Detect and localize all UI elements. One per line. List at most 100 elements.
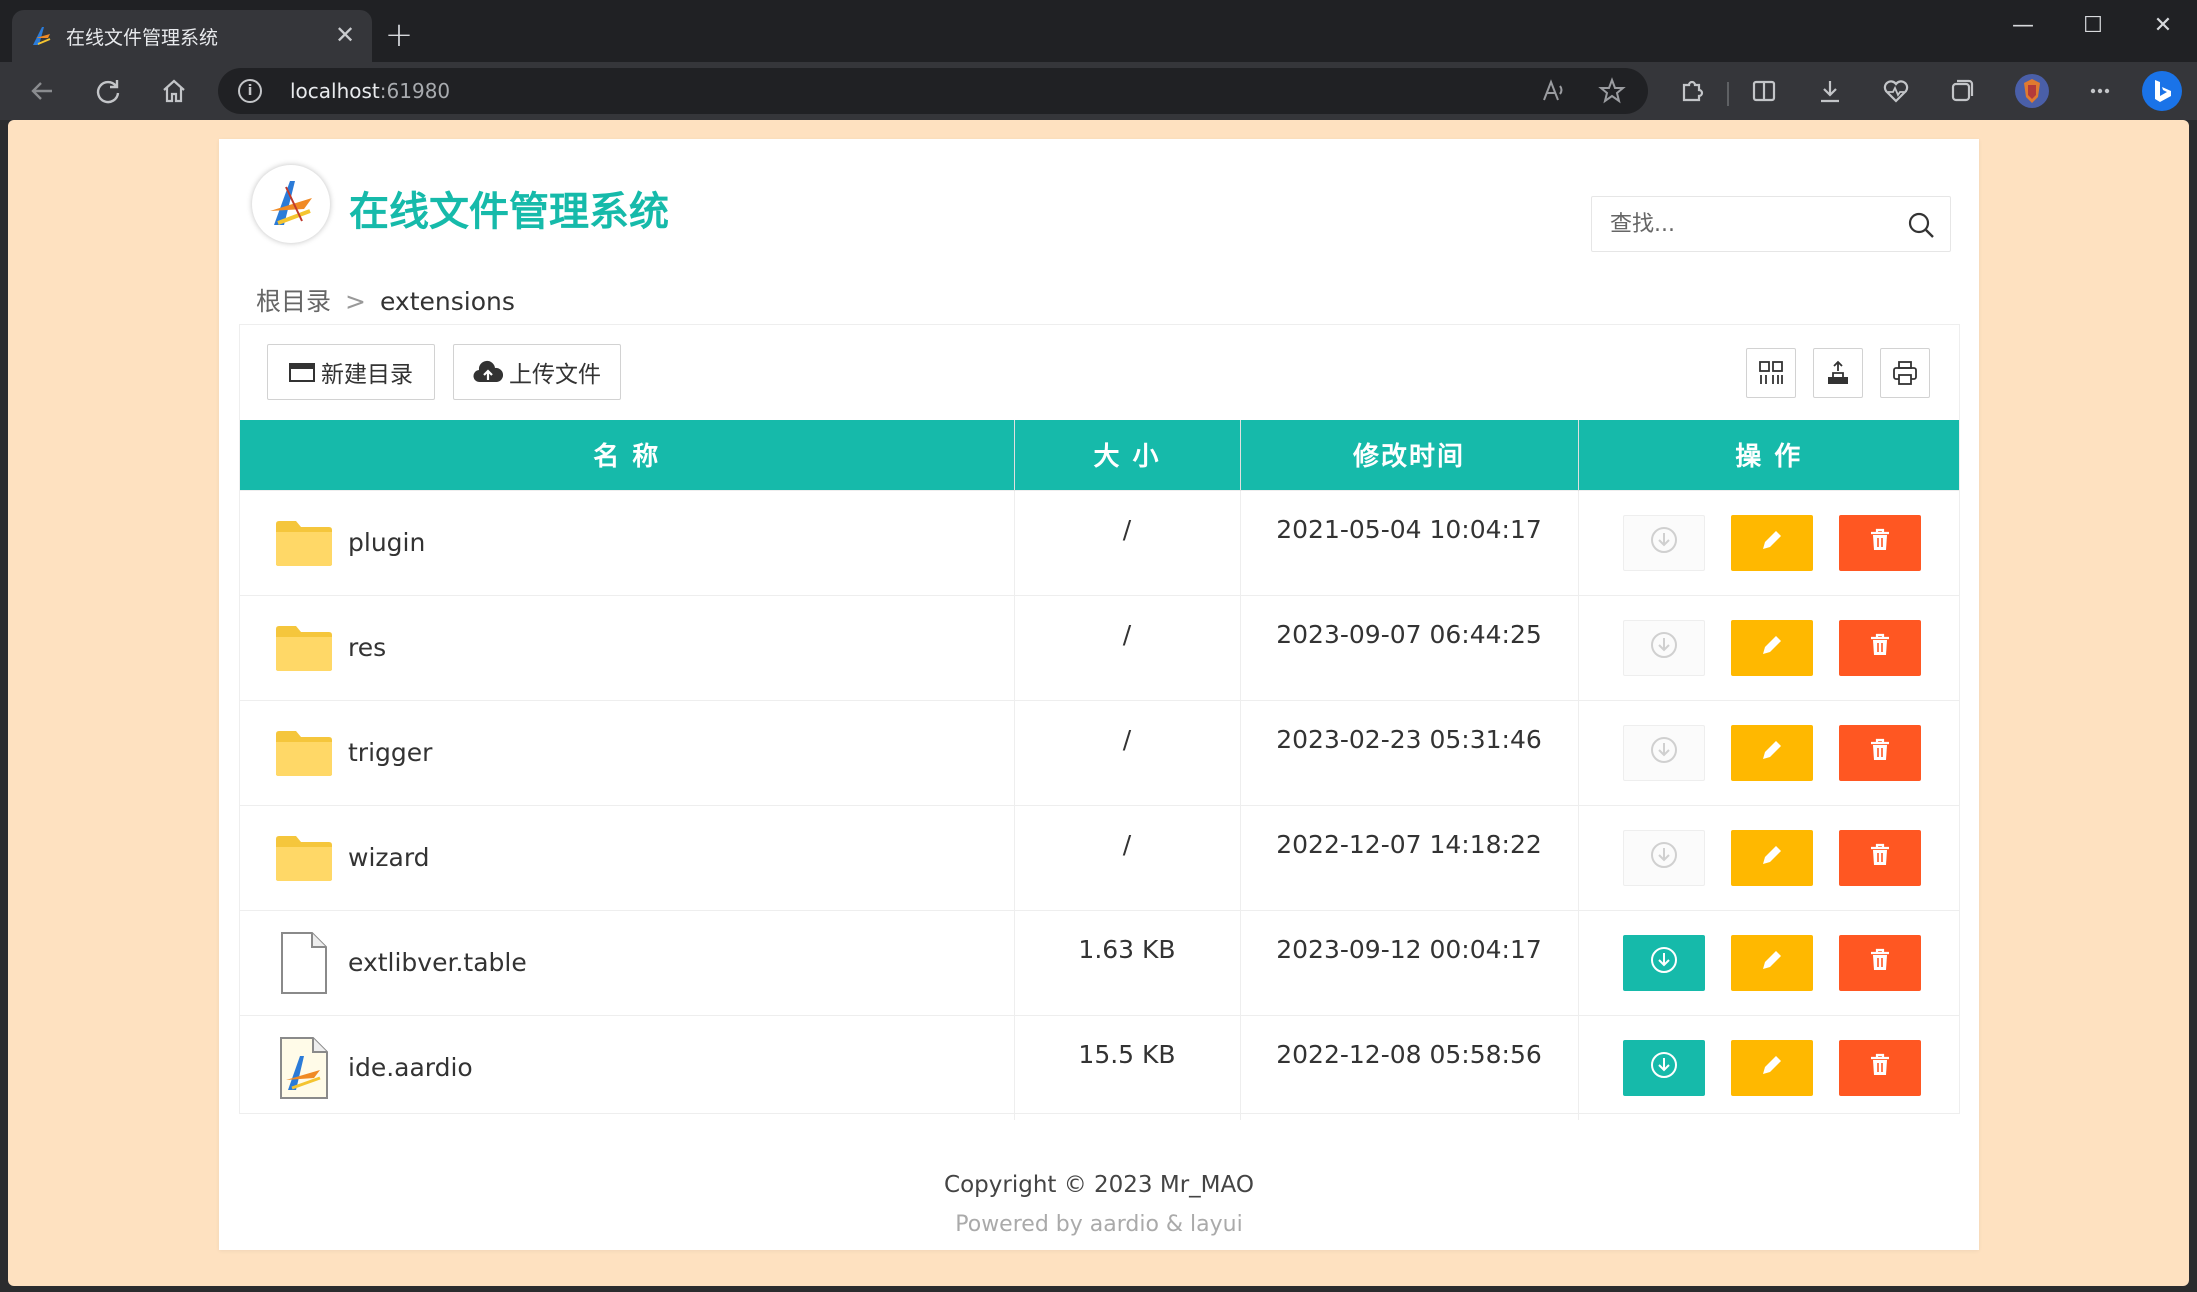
delete-button[interactable] xyxy=(1838,829,1921,886)
delete-button[interactable] xyxy=(1838,514,1921,571)
file-name-link[interactable]: extlibver.table xyxy=(348,948,527,977)
cell-size: 15.5 KB xyxy=(1014,1014,1241,1120)
download-button[interactable] xyxy=(1622,619,1705,676)
split-screen-icon xyxy=(1752,80,1776,102)
favorite-star-icon[interactable] xyxy=(1596,75,1628,107)
table-row[interactable]: extlibver.table 1.63 KB 2023-09-12 00:04… xyxy=(240,909,1959,1015)
rename-button[interactable] xyxy=(1730,934,1813,991)
download-icon xyxy=(1649,1050,1679,1086)
avatar-icon xyxy=(2015,74,2049,108)
cell-size: / xyxy=(1014,699,1241,805)
cell-modified: 2023-09-12 00:04:17 xyxy=(1240,909,1579,1015)
printer-icon xyxy=(1893,361,1917,385)
more-dots-icon xyxy=(2090,88,2110,94)
rename-button[interactable] xyxy=(1730,619,1813,676)
download-icon xyxy=(1649,525,1679,561)
delete-button[interactable] xyxy=(1838,934,1921,991)
trash-icon xyxy=(1867,527,1893,559)
delete-button[interactable] xyxy=(1838,724,1921,781)
table-row[interactable]: trigger / 2023-02-23 05:31:46 xyxy=(240,699,1959,805)
address-url[interactable]: localhost:61980 xyxy=(290,79,450,103)
file-name-link[interactable]: wizard xyxy=(348,843,430,872)
browser-titlebar: 在线文件管理系统 ✕ + — ☐ ✕ xyxy=(0,0,2197,62)
rename-button[interactable] xyxy=(1730,829,1813,886)
pencil-icon xyxy=(1759,842,1785,874)
download-button[interactable] xyxy=(1622,829,1705,886)
breadcrumb-root-link[interactable]: 根目录 xyxy=(256,287,331,316)
trash-icon xyxy=(1867,842,1893,874)
delete-button[interactable] xyxy=(1838,619,1921,676)
split-screen-button[interactable] xyxy=(1742,70,1786,112)
copilot-button[interactable] xyxy=(2140,70,2184,112)
rename-button[interactable] xyxy=(1730,724,1813,781)
site-info-icon[interactable]: i xyxy=(238,79,262,103)
file-name-link[interactable]: trigger xyxy=(348,738,432,767)
header-modified[interactable]: 修改时间 xyxy=(1240,420,1579,490)
file-icon xyxy=(274,931,334,994)
maximize-button[interactable]: ☐ xyxy=(2063,6,2123,46)
close-window-button[interactable]: ✕ xyxy=(2133,6,2193,46)
table-row[interactable]: wizard / 2022-12-07 14:18:22 xyxy=(240,804,1959,910)
extensions-button[interactable] xyxy=(1670,70,1714,112)
collections-icon xyxy=(1951,79,1974,102)
cell-name: extlibver.table xyxy=(240,909,1015,1015)
table-row[interactable]: ide.aardio 15.5 KB 2022-12-08 05:58:56 xyxy=(240,1014,1959,1120)
pencil-icon xyxy=(1759,1052,1785,1084)
bing-logo-icon xyxy=(2142,71,2182,111)
export-button[interactable] xyxy=(1813,348,1863,398)
cell-modified: 2023-09-07 06:44:25 xyxy=(1240,594,1579,700)
cell-ops xyxy=(1578,1014,1959,1120)
main-card: 在线文件管理系统 根目录>extensions 新建目录 上传文 xyxy=(219,139,1979,1250)
read-aloud-icon[interactable] xyxy=(1538,75,1570,107)
browser-essentials-button[interactable] xyxy=(1874,70,1918,112)
header-size[interactable]: 大 小 xyxy=(1014,420,1241,490)
download-button[interactable] xyxy=(1622,724,1705,781)
cell-size: / xyxy=(1014,594,1241,700)
download-icon xyxy=(1649,735,1679,771)
rename-button[interactable] xyxy=(1730,1039,1813,1096)
cell-name: wizard xyxy=(240,804,1015,910)
reload-button[interactable] xyxy=(86,70,130,112)
file-name-link[interactable]: plugin xyxy=(348,528,425,557)
table-row[interactable]: plugin / 2021-05-04 10:04:17 xyxy=(240,489,1959,595)
collections-button[interactable] xyxy=(1940,70,1984,112)
column-filter-button[interactable] xyxy=(1746,348,1796,398)
puzzle-icon xyxy=(1682,80,1704,102)
download-button[interactable] xyxy=(1622,934,1705,991)
breadcrumb: 根目录 > extensions xyxy=(256,282,515,318)
download-icon xyxy=(1649,840,1679,876)
cell-ops xyxy=(1578,909,1959,1015)
downloads-button[interactable] xyxy=(1808,70,1852,112)
table-row[interactable]: res / 2023-09-07 06:44:25 xyxy=(240,594,1959,700)
cell-modified: 2021-05-04 10:04:17 xyxy=(1240,489,1579,595)
back-button[interactable] xyxy=(20,70,64,112)
header-ops: 操 作 xyxy=(1578,420,1959,490)
file-name-link[interactable]: ide.aardio xyxy=(348,1053,473,1082)
minimize-button[interactable]: — xyxy=(1993,6,2053,46)
more-menu-button[interactable] xyxy=(2078,70,2122,112)
tab-close-icon[interactable]: ✕ xyxy=(328,18,362,52)
file-name-link[interactable]: res xyxy=(348,633,386,662)
search-icon[interactable] xyxy=(1906,210,1936,240)
download-button[interactable] xyxy=(1622,1039,1705,1096)
browser-tab[interactable]: 在线文件管理系统 ✕ xyxy=(12,10,372,62)
app-title: 在线文件管理系统 xyxy=(349,189,669,235)
delete-button[interactable] xyxy=(1838,1039,1921,1096)
footer-copyright: Copyright © 2023 Mr_MAO xyxy=(944,1172,1254,1198)
folder-icon xyxy=(274,723,334,783)
profile-button[interactable] xyxy=(2010,70,2054,112)
download-button[interactable] xyxy=(1622,514,1705,571)
print-button[interactable] xyxy=(1880,348,1930,398)
rename-button[interactable] xyxy=(1730,514,1813,571)
breadcrumb-separator: > xyxy=(345,287,366,316)
tab-title: 在线文件管理系统 xyxy=(66,27,219,49)
aardio-logo-icon xyxy=(270,181,312,225)
address-bar[interactable]: i localhost:61980 xyxy=(218,68,1648,114)
upload-file-button[interactable]: 上传文件 xyxy=(453,344,621,400)
new-tab-button[interactable]: + xyxy=(380,17,418,55)
home-button[interactable] xyxy=(152,70,196,112)
pencil-icon xyxy=(1759,632,1785,664)
header-name[interactable]: 名 称 xyxy=(240,420,1015,490)
new-folder-button[interactable]: 新建目录 xyxy=(267,344,435,400)
search-input[interactable] xyxy=(1592,197,1892,251)
